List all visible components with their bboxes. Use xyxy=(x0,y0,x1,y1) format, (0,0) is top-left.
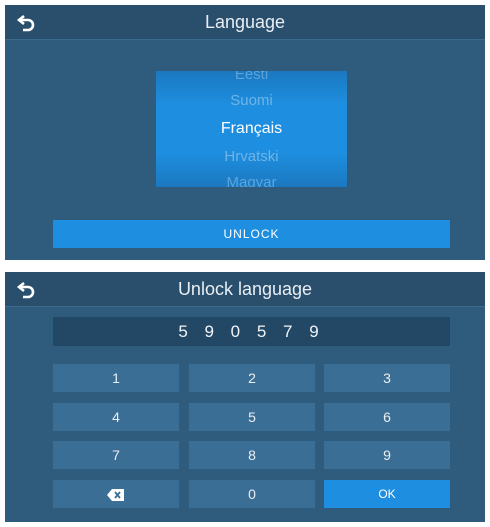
unlock-button[interactable]: UNLOCK xyxy=(53,220,450,248)
unlock-screen: Unlock language 5 9 0 5 7 9 1 2 3 4 5 6 … xyxy=(5,272,485,522)
language-option[interactable]: Hrvatski xyxy=(156,143,347,171)
unlock-title-bar: Unlock language xyxy=(5,272,485,307)
language-screen: Language Eesti Suomi Français Hrvatski M… xyxy=(5,5,485,260)
backspace-button[interactable] xyxy=(53,480,179,508)
key-1[interactable]: 1 xyxy=(53,364,179,392)
key-2[interactable]: 2 xyxy=(189,364,315,392)
language-option[interactable]: Suomi xyxy=(156,87,347,115)
page-title: Unlock language xyxy=(177,279,313,299)
language-picker[interactable]: Eesti Suomi Français Hrvatski Magyar xyxy=(156,71,347,187)
ok-button[interactable]: OK xyxy=(324,480,450,508)
key-6[interactable]: 6 xyxy=(324,403,450,431)
language-option-selected[interactable]: Français xyxy=(156,115,347,143)
key-0[interactable]: 0 xyxy=(189,480,315,508)
backspace-icon xyxy=(107,489,124,502)
key-4[interactable]: 4 xyxy=(53,403,179,431)
key-7[interactable]: 7 xyxy=(53,441,179,469)
key-8[interactable]: 8 xyxy=(189,441,315,469)
language-option[interactable]: Magyar xyxy=(156,169,347,187)
key-5[interactable]: 5 xyxy=(189,403,315,431)
page-title: Language xyxy=(204,12,286,32)
code-display: 5 9 0 5 7 9 xyxy=(53,317,450,346)
language-title-bar: Language xyxy=(5,5,485,40)
key-3[interactable]: 3 xyxy=(324,364,450,392)
key-9[interactable]: 9 xyxy=(324,441,450,469)
